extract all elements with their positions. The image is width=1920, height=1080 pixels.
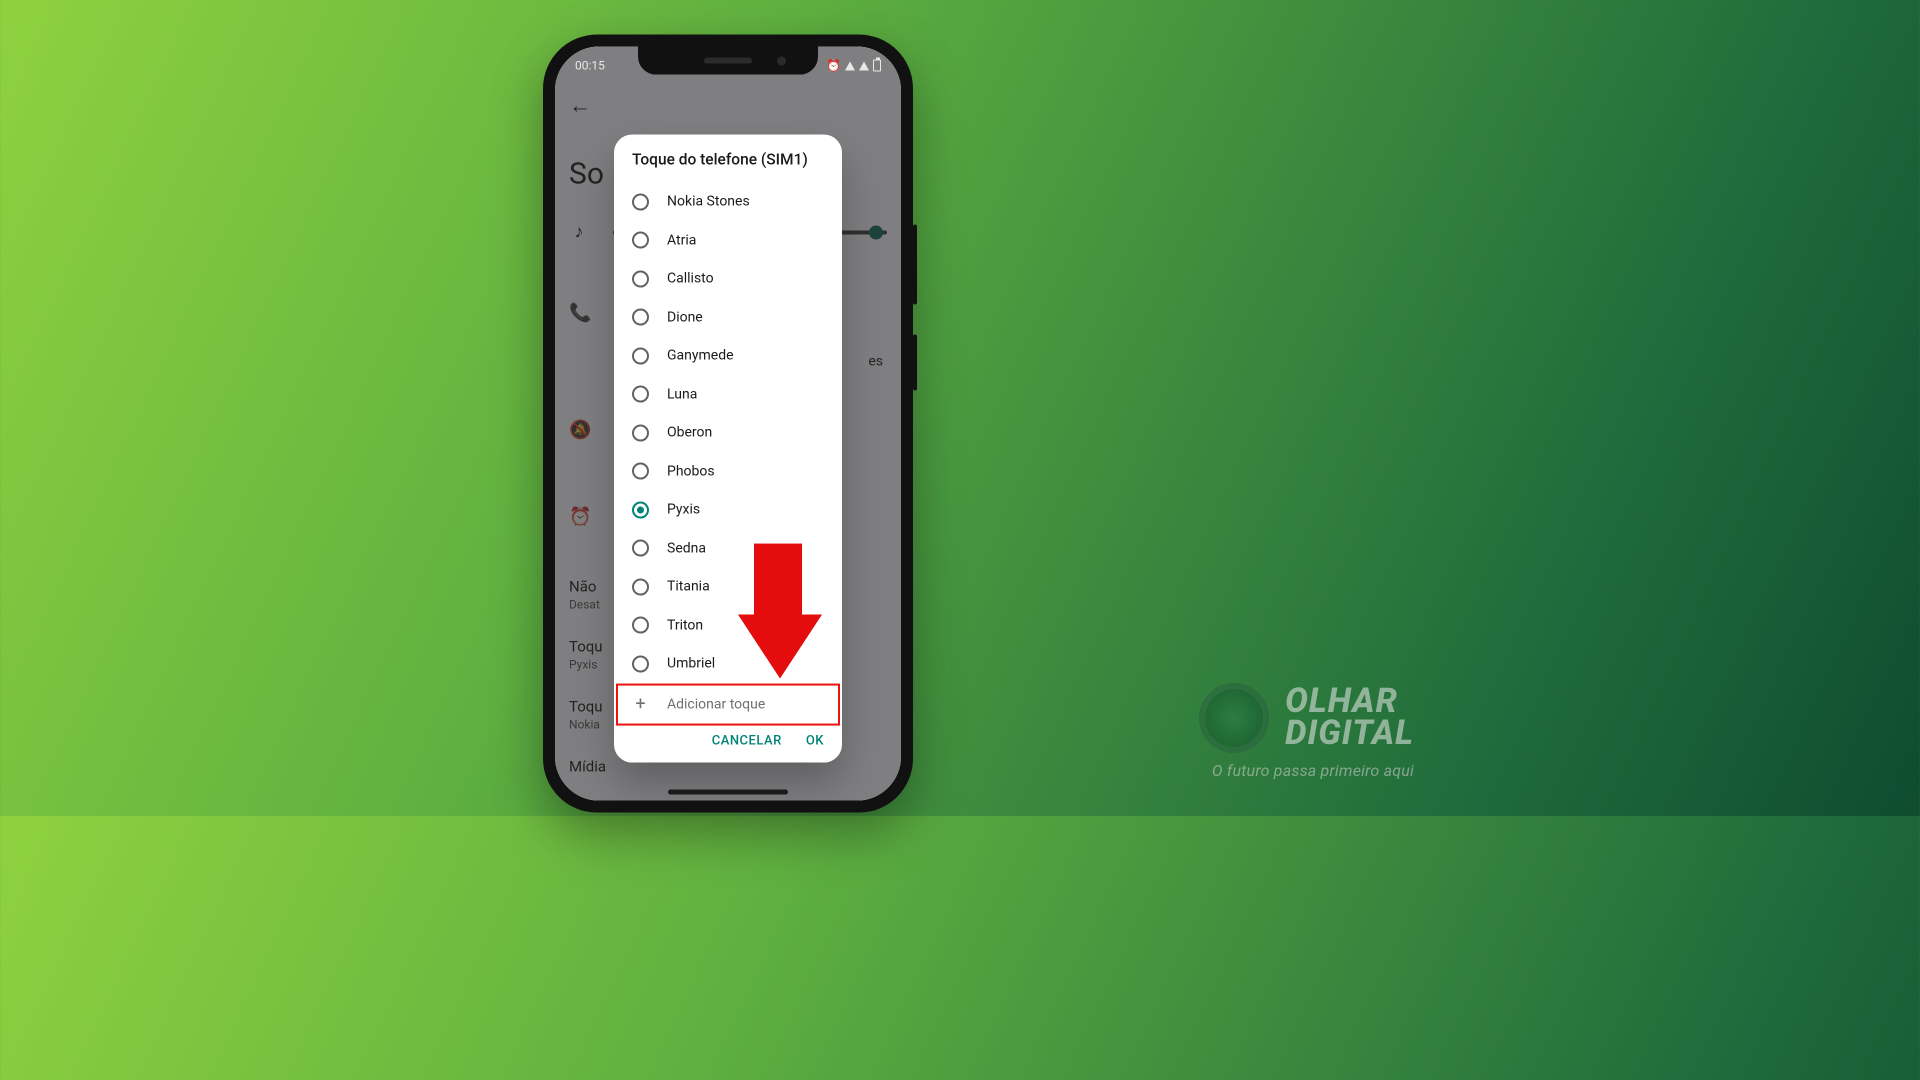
ringtone-label: Ganymede	[667, 348, 734, 364]
radio-icon	[632, 463, 649, 480]
watermark-logo-icon	[1199, 683, 1269, 753]
ok-button[interactable]: OK	[806, 733, 824, 748]
radio-icon	[632, 193, 649, 210]
phone-frame: 00:15 ⏰ ← So ♪ 📞 es	[543, 35, 913, 813]
radio-selected-icon	[632, 501, 649, 518]
plus-icon: +	[632, 695, 649, 713]
ringtone-label: Umbriel	[667, 656, 715, 672]
radio-icon	[632, 232, 649, 249]
alarm-off-icon: ⏰	[826, 59, 841, 73]
ringtone-label: Phobos	[667, 463, 715, 479]
signal-icon	[859, 61, 869, 70]
radio-icon	[632, 270, 649, 287]
ringtone-label: Nokia Stones	[667, 194, 750, 210]
ringtone-label: Titania	[667, 579, 710, 595]
home-indicator[interactable]	[668, 790, 788, 795]
ringtone-label: Pyxis	[667, 502, 700, 518]
status-icons: ⏰	[826, 59, 881, 73]
radio-icon	[632, 424, 649, 441]
ringtone-option[interactable]: Phobos	[614, 452, 842, 491]
ringtone-option[interactable]: Atria	[614, 221, 842, 260]
ringtone-option[interactable]: Nokia Stones	[614, 183, 842, 222]
ringtone-label: Luna	[667, 386, 697, 402]
add-ringtone-label: Adicionar toque	[667, 696, 765, 712]
phone-notch	[638, 47, 818, 75]
add-ringtone-button[interactable]: + Adicionar toque	[614, 685, 842, 723]
radio-icon	[632, 347, 649, 364]
ringtone-label: Sedna	[667, 540, 706, 556]
ringtone-label: Oberon	[667, 425, 712, 441]
watermark-tagline: O futuro passa primeiro aqui	[1212, 761, 1414, 780]
radio-icon	[632, 309, 649, 326]
ringtone-option[interactable]: Dione	[614, 298, 842, 337]
watermark-line2: DIGITAL	[1285, 718, 1414, 750]
battery-icon	[873, 60, 881, 72]
radio-icon	[632, 617, 649, 634]
tutorial-arrow-icon	[738, 544, 818, 689]
ringtone-option[interactable]: Luna	[614, 375, 842, 414]
radio-icon	[632, 655, 649, 672]
brand-watermark: OLHAR DIGITAL O futuro passa primeiro aq…	[1199, 683, 1414, 780]
radio-icon	[632, 540, 649, 557]
ringtone-option[interactable]: Oberon	[614, 414, 842, 453]
ringtone-label: Triton	[667, 617, 703, 633]
dialog-title: Toque do telefone (SIM1)	[614, 135, 842, 179]
ringtone-label: Callisto	[667, 271, 714, 287]
ringtone-label: Atria	[667, 232, 696, 248]
ringtone-option[interactable]: Callisto	[614, 260, 842, 299]
ringtone-option[interactable]: Pyxis	[614, 491, 842, 530]
status-time: 00:15	[575, 59, 605, 73]
cancel-button[interactable]: CANCELAR	[712, 733, 782, 748]
ringtone-option[interactable]: Ganymede	[614, 337, 842, 376]
wifi-icon	[845, 61, 855, 70]
radio-icon	[632, 578, 649, 595]
phone-screen: 00:15 ⏰ ← So ♪ 📞 es	[555, 47, 901, 801]
ringtone-label: Dione	[667, 309, 703, 325]
radio-icon	[632, 386, 649, 403]
